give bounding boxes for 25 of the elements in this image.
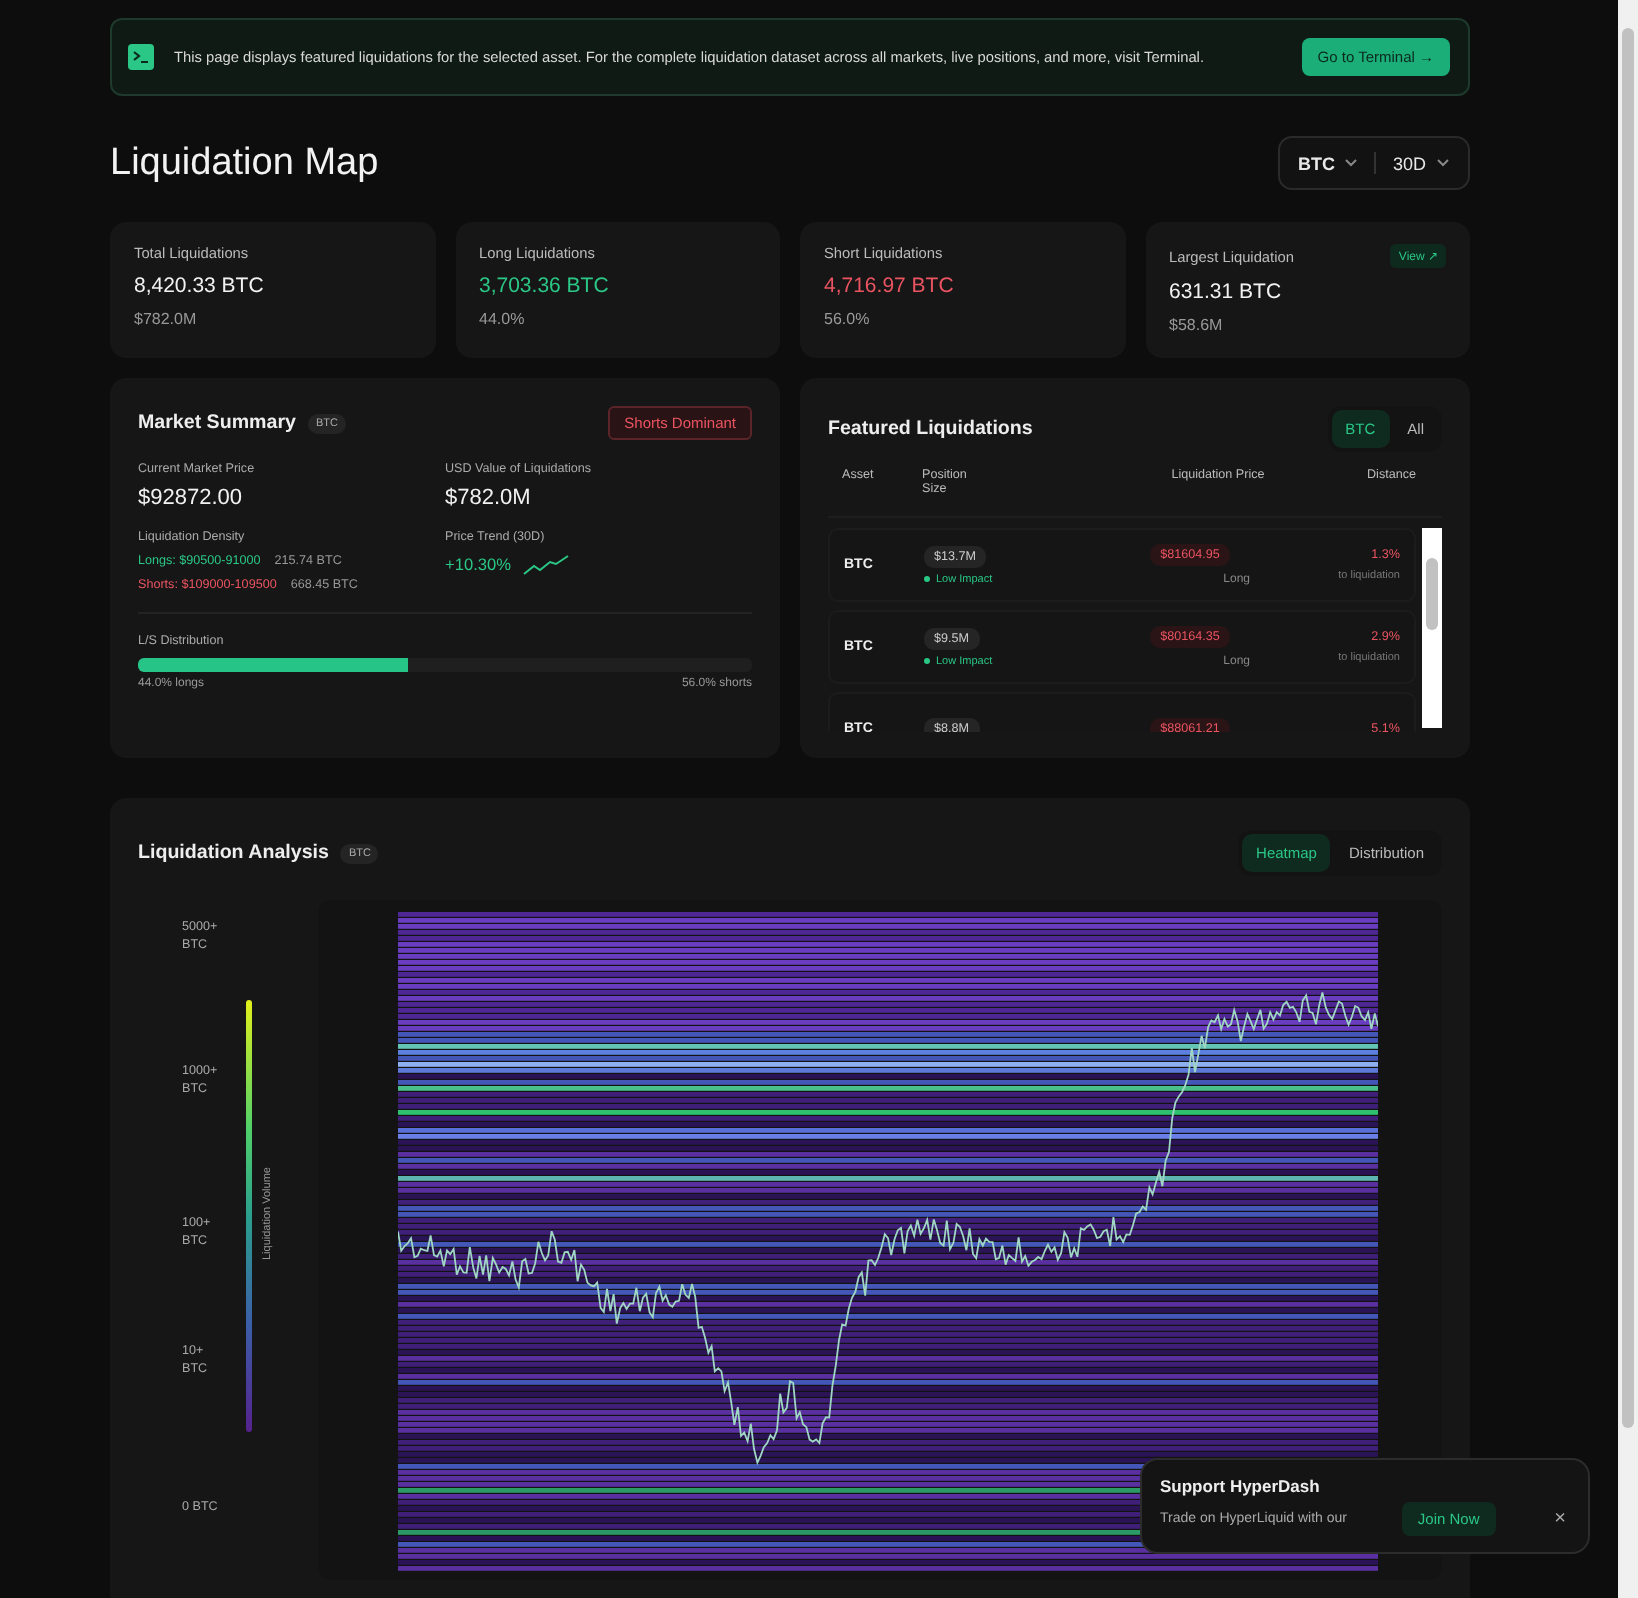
stat-value: 631.31 BTC — [1169, 280, 1284, 304]
close-button[interactable]: × — [1550, 1508, 1570, 1530]
card-title: Liquidation Analysis — [138, 842, 329, 864]
page-scrollbar[interactable] — [1618, 0, 1638, 1598]
terminal-icon — [128, 44, 154, 70]
asset-dropdown[interactable]: BTC — [1297, 153, 1359, 173]
card-title: Market Summary — [138, 412, 296, 434]
stat-value: 3,703.36 BTC — [479, 274, 611, 298]
range-dropdown[interactable]: 30D — [1392, 153, 1450, 173]
caret-icon — [1344, 158, 1359, 168]
sparkline-icon — [521, 552, 569, 576]
popup-title: Support HyperDash — [1160, 1476, 1322, 1496]
price-value: $92872.00 — [138, 486, 244, 510]
page-title: Liquidation Map — [110, 141, 379, 185]
stat-subvalue: $58.6M — [1169, 316, 1225, 334]
stat-subvalue: 56.0% — [824, 310, 872, 328]
usd-value: $782.0M — [445, 486, 533, 510]
stat-value: 8,420.33 BTC — [134, 274, 266, 298]
stat-value: 4,716.97 BTC — [824, 274, 956, 298]
scrollbar[interactable] — [1422, 528, 1442, 728]
trend-value: +10.30% — [445, 554, 511, 574]
stat-subvalue: $782.0M — [134, 310, 199, 328]
caret-icon — [1436, 158, 1450, 168]
card-title: Featured Liquidations — [828, 418, 1033, 440]
stat-subvalue: 44.0% — [479, 310, 527, 328]
